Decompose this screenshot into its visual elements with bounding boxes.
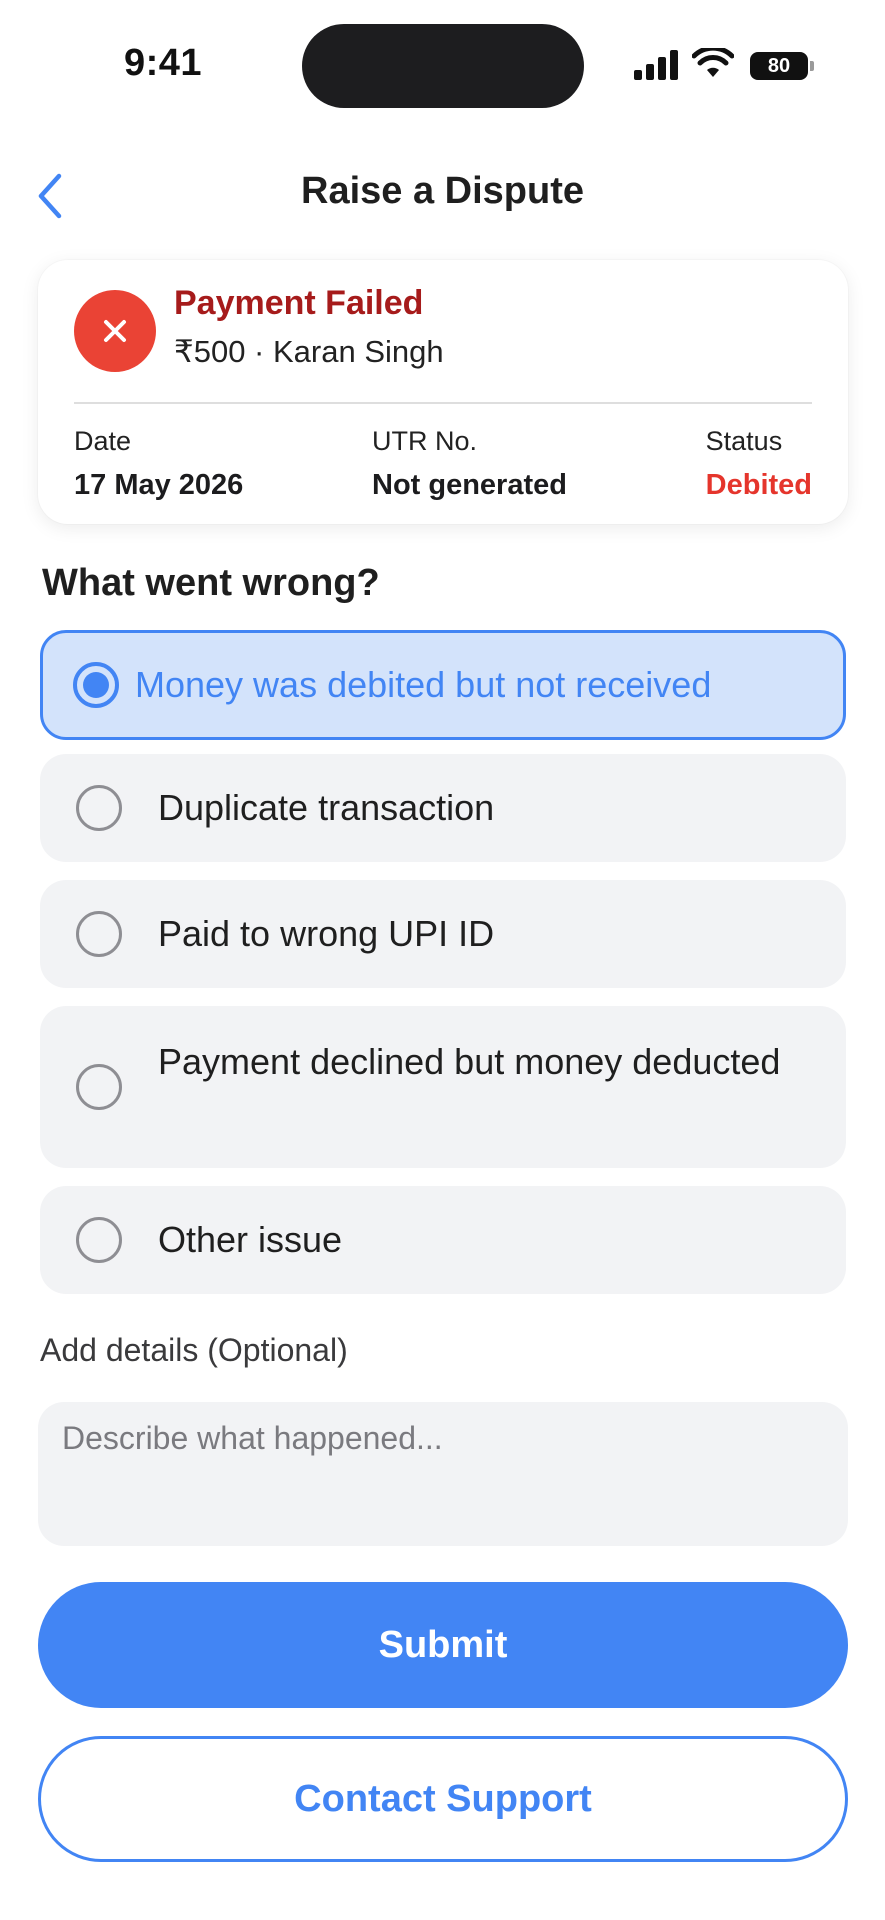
option-wrong-upi-id[interactable]: Paid to wrong UPI ID bbox=[40, 880, 846, 988]
battery-tip bbox=[810, 61, 814, 71]
meta-status: Status Debited bbox=[706, 426, 812, 502]
option-label: Paid to wrong UPI ID bbox=[158, 913, 495, 954]
radio-unselected[interactable] bbox=[76, 1217, 122, 1263]
option-declined-money-deducted[interactable]: Payment declined but money deducted bbox=[40, 1006, 846, 1168]
meta-date: Date 17 May 2026 bbox=[74, 426, 243, 502]
submit-button[interactable]: Submit bbox=[38, 1582, 848, 1708]
date-label: Date bbox=[74, 426, 132, 456]
close-icon bbox=[104, 320, 126, 342]
status-value: Debited bbox=[705, 469, 812, 501]
details-textarea[interactable] bbox=[38, 1402, 848, 1546]
option-label: Payment declined but money deducted bbox=[158, 1041, 781, 1082]
radio-selected[interactable] bbox=[73, 662, 119, 708]
transaction-card: Payment Failed ₹500 · Karan Singh Date 1… bbox=[38, 260, 848, 524]
status-time: 9:41 bbox=[124, 42, 203, 84]
utr-label: UTR No. bbox=[372, 426, 478, 456]
contact-support-button[interactable]: Contact Support bbox=[38, 1736, 848, 1862]
status-label: Status bbox=[705, 426, 783, 456]
signal-icon bbox=[634, 50, 678, 80]
utr-value: Not generated bbox=[372, 469, 567, 501]
option-label: Other issue bbox=[158, 1219, 343, 1260]
radio-unselected[interactable] bbox=[76, 785, 122, 831]
option-debited-not-received[interactable]: Money was debited but not received bbox=[40, 630, 846, 740]
question-heading: What went wrong? bbox=[42, 562, 380, 604]
payment-failed-badge bbox=[74, 290, 156, 372]
radio-unselected[interactable] bbox=[76, 911, 122, 957]
meta-utr: UTR No. Not generated bbox=[372, 426, 567, 502]
page-title: Raise a Dispute bbox=[301, 170, 584, 212]
option-label: Duplicate transaction bbox=[158, 787, 495, 828]
option-other-issue[interactable]: Other issue bbox=[40, 1186, 846, 1294]
payment-status-title: Payment Failed bbox=[174, 284, 424, 322]
status-bar: 9:41 80 bbox=[0, 0, 885, 130]
battery-icon: 80 bbox=[750, 52, 808, 80]
wifi-icon bbox=[692, 48, 734, 77]
radio-unselected[interactable] bbox=[76, 1064, 122, 1110]
date-value: 17 May 2026 bbox=[74, 469, 244, 501]
payment-amount-recipient: ₹500 · Karan Singh bbox=[174, 334, 444, 369]
dynamic-island bbox=[302, 24, 584, 108]
details-label: Add details (Optional) bbox=[40, 1332, 348, 1368]
card-divider bbox=[74, 402, 812, 404]
option-label: Money was debited but not received bbox=[135, 664, 712, 705]
option-duplicate-transaction[interactable]: Duplicate transaction bbox=[40, 754, 846, 862]
